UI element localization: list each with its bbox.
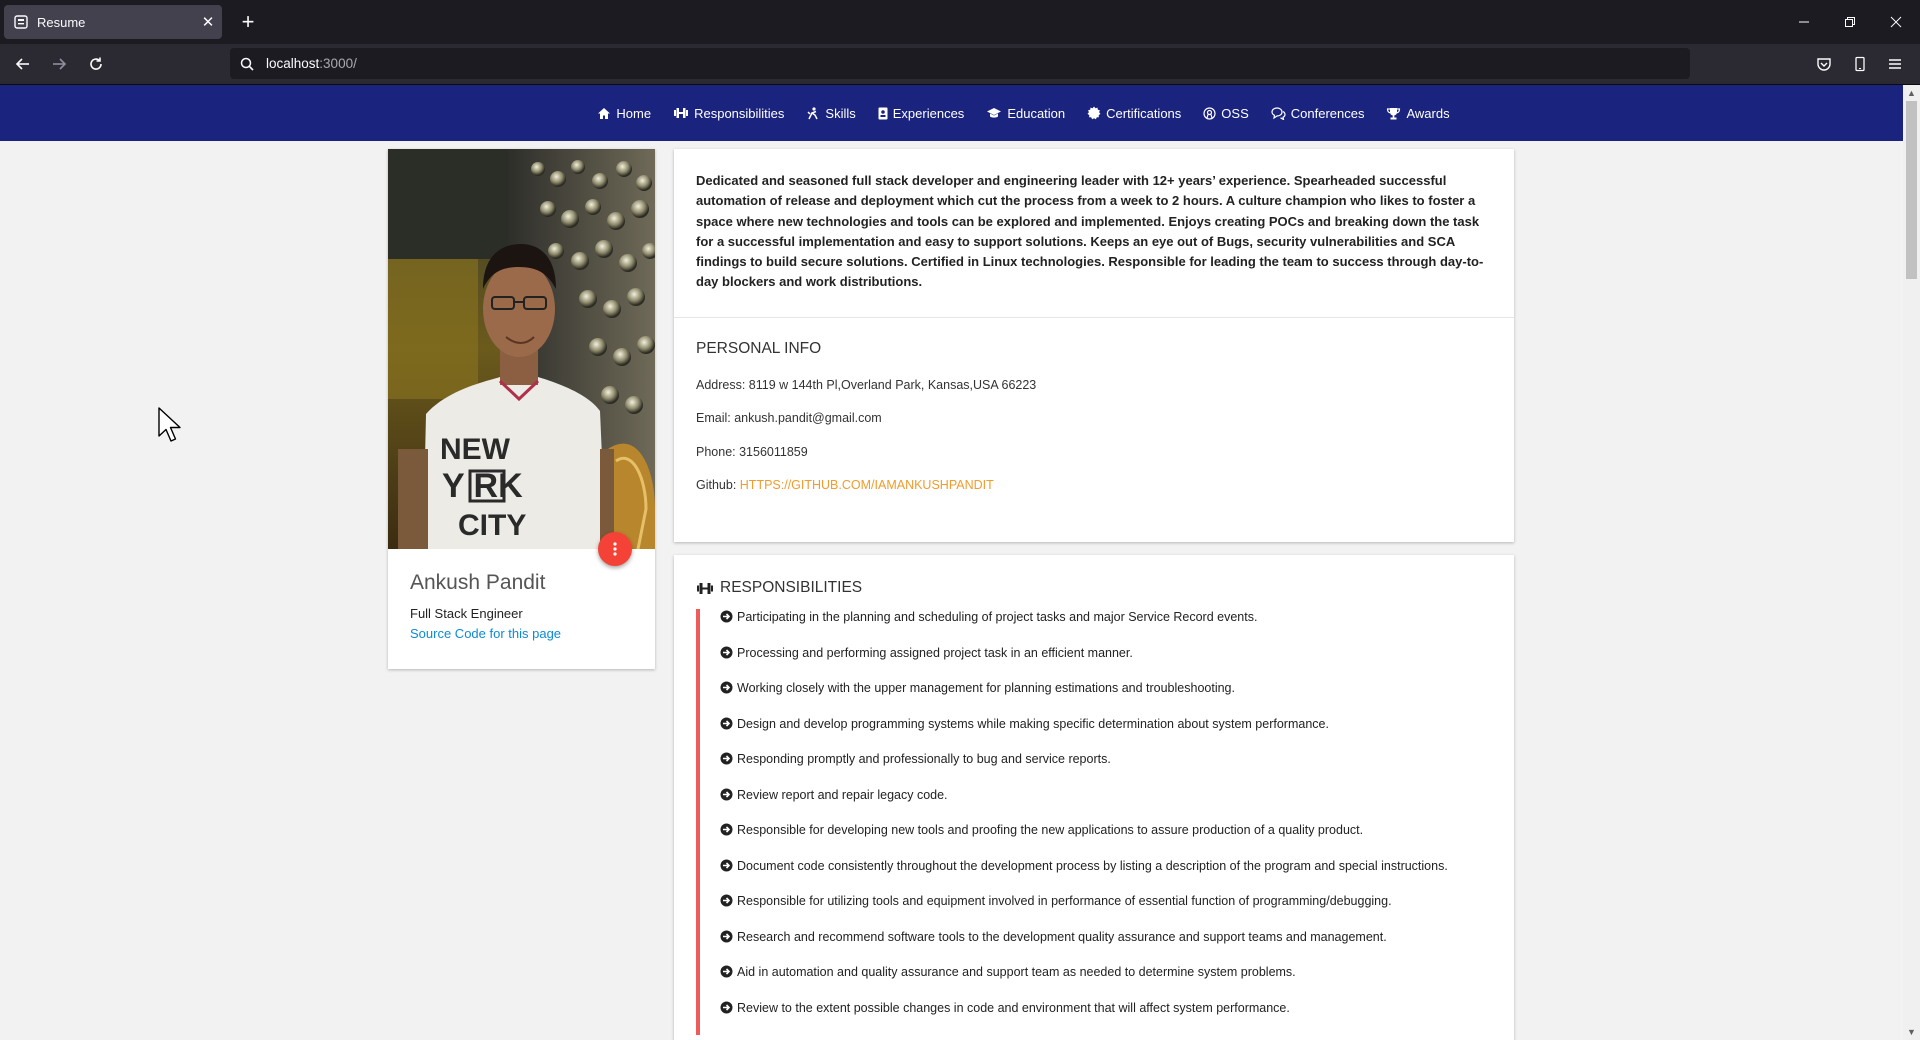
list-item: Review report and repair legacy code.: [720, 787, 1520, 806]
list-item: Responding promptly and professionally t…: [720, 751, 1520, 770]
arrow-circle-right-icon: [720, 646, 733, 664]
list-item: Research and recommend software tools to…: [720, 929, 1520, 948]
nav-item-skills[interactable]: Skills: [795, 106, 866, 121]
github-link[interactable]: HTTPS://GITHUB.COM/IAMANKUSHPANDIT: [740, 478, 994, 492]
phone-text: Phone: 3156011859: [696, 445, 808, 459]
list-item: Working closely with the upper managemen…: [720, 680, 1520, 699]
svg-text:Y RK: Y RK: [442, 467, 523, 505]
arrow-circle-right-icon: [720, 788, 733, 806]
nav-item-experiences[interactable]: Experiences: [867, 106, 976, 121]
tab-title: Resume: [37, 14, 86, 30]
back-arrow-icon[interactable]: [9, 50, 37, 78]
scroll-down-icon[interactable]: ▼: [1903, 1024, 1920, 1040]
minimize-icon[interactable]: [1781, 0, 1827, 44]
dumbbell-icon: [673, 107, 689, 119]
more-vertical-icon: [613, 542, 617, 556]
list-item: Review to the extent possible changes in…: [720, 1000, 1520, 1019]
scrollbar-thumb[interactable]: [1906, 101, 1917, 279]
browser-toolbar: localhost:3000/: [0, 44, 1920, 85]
github-label: Github:: [696, 478, 740, 492]
page-scrollbar[interactable]: ▲ ▼: [1903, 85, 1920, 1040]
nav-item-certifications[interactable]: Certifications: [1076, 106, 1192, 121]
arrow-circle-right-icon: [720, 717, 733, 735]
responsibilities-title: RESPONSIBILITIES: [696, 579, 862, 597]
forward-arrow-icon[interactable]: [45, 50, 73, 78]
address-text: Address: 8119 w 144th Pl,Overland Park, …: [696, 378, 1037, 392]
arrow-circle-right-icon: [720, 965, 733, 983]
comments-icon: [1271, 106, 1286, 120]
profile-card: NEW Y RK CITY Ankush Pandit Full Stack E…: [388, 149, 655, 669]
list-item: Aid in automation and quality assurance …: [720, 964, 1520, 983]
arrow-circle-right-icon: [720, 610, 733, 628]
list-item: Processing and performing assigned proje…: [720, 645, 1520, 664]
page-favicon-icon: [14, 15, 28, 29]
graduation-cap-icon: [986, 107, 1002, 119]
pocket-icon[interactable]: [1810, 50, 1838, 78]
more-options-button[interactable]: [598, 532, 632, 566]
restore-icon[interactable]: [1827, 0, 1873, 44]
address-bar[interactable]: localhost:3000/: [230, 48, 1690, 79]
nav-item-home[interactable]: Home: [586, 106, 662, 121]
reload-icon[interactable]: [82, 50, 110, 78]
menu-icon[interactable]: [1881, 50, 1909, 78]
arrow-circle-right-icon: [720, 681, 733, 699]
summary-text: Dedicated and seasoned full stack develo…: [696, 173, 1484, 290]
list-item: Responsible for developing new tools and…: [720, 822, 1520, 841]
browser-tab[interactable]: Resume ✕: [4, 5, 222, 39]
list-item: Responsible for utilizing tools and equi…: [720, 893, 1520, 912]
svg-text:NEW: NEW: [440, 433, 511, 466]
nav-item-awards[interactable]: Awards: [1375, 106, 1460, 121]
scroll-up-icon[interactable]: ▲: [1903, 85, 1920, 101]
arrow-circle-right-icon: [720, 894, 733, 912]
github-row: Github: HTTPS://GITHUB.COM/IAMANKUSHPAND…: [696, 478, 994, 492]
window-close-icon[interactable]: [1873, 0, 1919, 44]
trophy-icon: [1386, 107, 1401, 120]
arrow-circle-right-icon: [720, 1001, 733, 1019]
nav-item-oss[interactable]: OSS: [1192, 106, 1259, 121]
profile-photo: NEW Y RK CITY: [388, 149, 655, 549]
about-card: Dedicated and seasoned full stack develo…: [674, 149, 1514, 542]
oss-icon: [1203, 106, 1216, 120]
nav-item-education[interactable]: Education: [975, 106, 1076, 121]
profile-name: Ankush Pandit: [410, 571, 546, 594]
home-icon: [597, 107, 611, 120]
browser-tab-bar: Resume ✕ +: [0, 0, 1920, 44]
arrow-circle-right-icon: [720, 930, 733, 948]
mouse-cursor-icon: [158, 407, 181, 442]
nav-item-conferences[interactable]: Conferences: [1260, 106, 1376, 121]
divider: [674, 317, 1514, 318]
url-text: localhost:3000/: [266, 56, 357, 71]
responsive-mode-icon[interactable]: [1846, 50, 1874, 78]
search-icon: [240, 57, 256, 71]
email-text: Email: ankush.pandit@gmail.com: [696, 411, 882, 425]
responsibilities-list: Participating in the planning and schedu…: [696, 609, 1520, 1035]
arrow-circle-right-icon: [720, 823, 733, 841]
list-item: Participating in the planning and schedu…: [720, 609, 1520, 628]
list-item: Design and develop programming systems w…: [720, 716, 1520, 735]
page-viewport: Home Responsibilities Skills Experiences…: [0, 85, 1903, 1040]
tab-close-icon[interactable]: ✕: [194, 13, 222, 31]
arrow-circle-right-icon: [720, 752, 733, 770]
certificate-icon: [1087, 106, 1101, 120]
profile-role: Full Stack Engineer: [410, 606, 523, 621]
nav-item-responsibilities[interactable]: Responsibilities: [662, 106, 795, 121]
svg-text:CITY: CITY: [458, 509, 526, 542]
dumbbell-icon: [696, 582, 714, 595]
new-tab-button[interactable]: +: [234, 8, 262, 36]
list-item: Document code consistently throughout th…: [720, 858, 1520, 877]
personal-info-title: PERSONAL INFO: [696, 340, 822, 357]
source-code-link[interactable]: Source Code for this page: [410, 626, 561, 641]
responsibilities-card: RESPONSIBILITIES Participating in the pl…: [674, 555, 1514, 1040]
arrow-circle-right-icon: [720, 859, 733, 877]
site-navbar: Home Responsibilities Skills Experiences…: [0, 85, 1903, 141]
skills-icon: [806, 106, 820, 120]
id-badge-icon: [878, 107, 888, 120]
